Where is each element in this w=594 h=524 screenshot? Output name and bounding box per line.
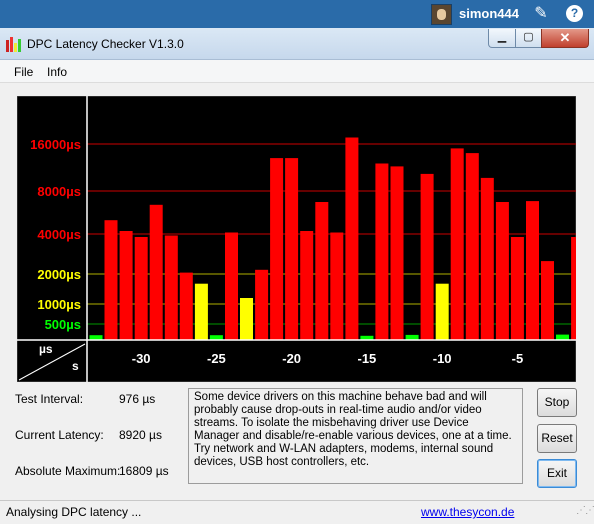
top-navigation-bar: simon444 ✎ ? [0,0,594,28]
latency-bar [390,166,404,340]
reset-button[interactable]: Reset [537,424,577,453]
app-window: DPC Latency Checker V1.3.0 ▁ ▢ ✕ File In… [0,28,594,524]
latency-bar [240,298,253,340]
latency-bar [465,153,479,340]
latency-bar [179,272,193,340]
menu-bar: File Info [0,60,594,83]
y-axis-label: 8000µs [37,184,81,199]
latency-bar [375,163,389,340]
latency-bar [510,237,524,340]
latency-bar [164,235,178,340]
status-bar: Analysing DPC latency ... www.thesycon.d… [0,500,594,524]
latency-bar [149,204,163,340]
latency-bar [571,237,576,340]
latency-bar [194,283,208,340]
x-axis-tick-label: -30 [132,351,151,366]
stop-button[interactable]: Stop [537,388,577,417]
latency-bar [556,334,569,340]
latency-bar [104,220,118,340]
pencil-icon[interactable]: ✎ [531,4,551,24]
absolute-maximum-label: Absolute Maximum: [15,464,121,478]
latency-bar [405,334,419,340]
test-interval-value: 976 µs [119,392,156,406]
username-label[interactable]: simon444 [459,6,519,21]
status-text: Analysing DPC latency ... [6,505,142,519]
help-icon[interactable]: ? [566,5,583,22]
website-link[interactable]: www.thesycon.de [421,505,514,519]
window-title: DPC Latency Checker V1.3.0 [27,37,184,51]
x-axis-tick-label: -5 [512,351,524,366]
latency-bar [435,283,449,340]
y-axis-label: 4000µs [37,227,81,242]
latency-bar [134,237,148,340]
latency-bar [450,148,464,340]
y-axis-label: 500µs [45,317,81,332]
minimize-button[interactable]: ▁ [488,29,516,48]
absolute-maximum-value: 16809 µs [119,464,169,478]
x-axis-tick-label: -20 [282,351,301,366]
resize-grip-icon[interactable]: ⋰⋰ [576,506,594,521]
latency-bar [300,231,314,340]
info-message-box: Some device drivers on this machine beha… [188,388,523,484]
close-button[interactable]: ✕ [541,29,589,48]
latency-bar [255,269,269,340]
latency-bar [330,232,344,340]
current-latency-value: 8920 µs [119,428,162,442]
current-latency-label: Current Latency: [15,428,104,442]
maximize-button[interactable]: ▢ [515,29,542,48]
latency-bar [495,202,509,340]
y-axis-label: 1000µs [37,297,81,312]
x-axis-tick-label: -25 [207,351,226,366]
exit-button[interactable]: Exit [537,459,577,488]
latency-bar [420,173,434,340]
latency-chart: 16000µs8000µs4000µs2000µs1000µs500µs µs … [17,96,576,382]
avatar[interactable] [431,4,452,25]
latency-bar [526,201,539,340]
latency-bar [285,158,299,340]
x-axis-tick-label: -10 [433,351,452,366]
y-axis-label: 2000µs [37,267,81,282]
latency-bar [225,232,238,340]
y-axis-label: 16000µs [30,137,81,152]
latency-bar [541,261,554,340]
latency-bar [345,137,359,340]
latency-bar [315,202,329,340]
title-bar[interactable]: DPC Latency Checker V1.3.0 ▁ ▢ ✕ [0,28,594,60]
corner-us-label: µs [39,342,53,356]
menu-file[interactable]: File [14,65,33,79]
corner-s-label: s [72,359,79,373]
latency-bar [480,177,494,340]
test-interval-label: Test Interval: [15,392,84,406]
app-bars-icon [6,36,22,52]
menu-info[interactable]: Info [47,65,67,79]
latency-bar [270,158,284,340]
x-axis-tick-label: -15 [358,351,377,366]
latency-bar [119,231,133,340]
